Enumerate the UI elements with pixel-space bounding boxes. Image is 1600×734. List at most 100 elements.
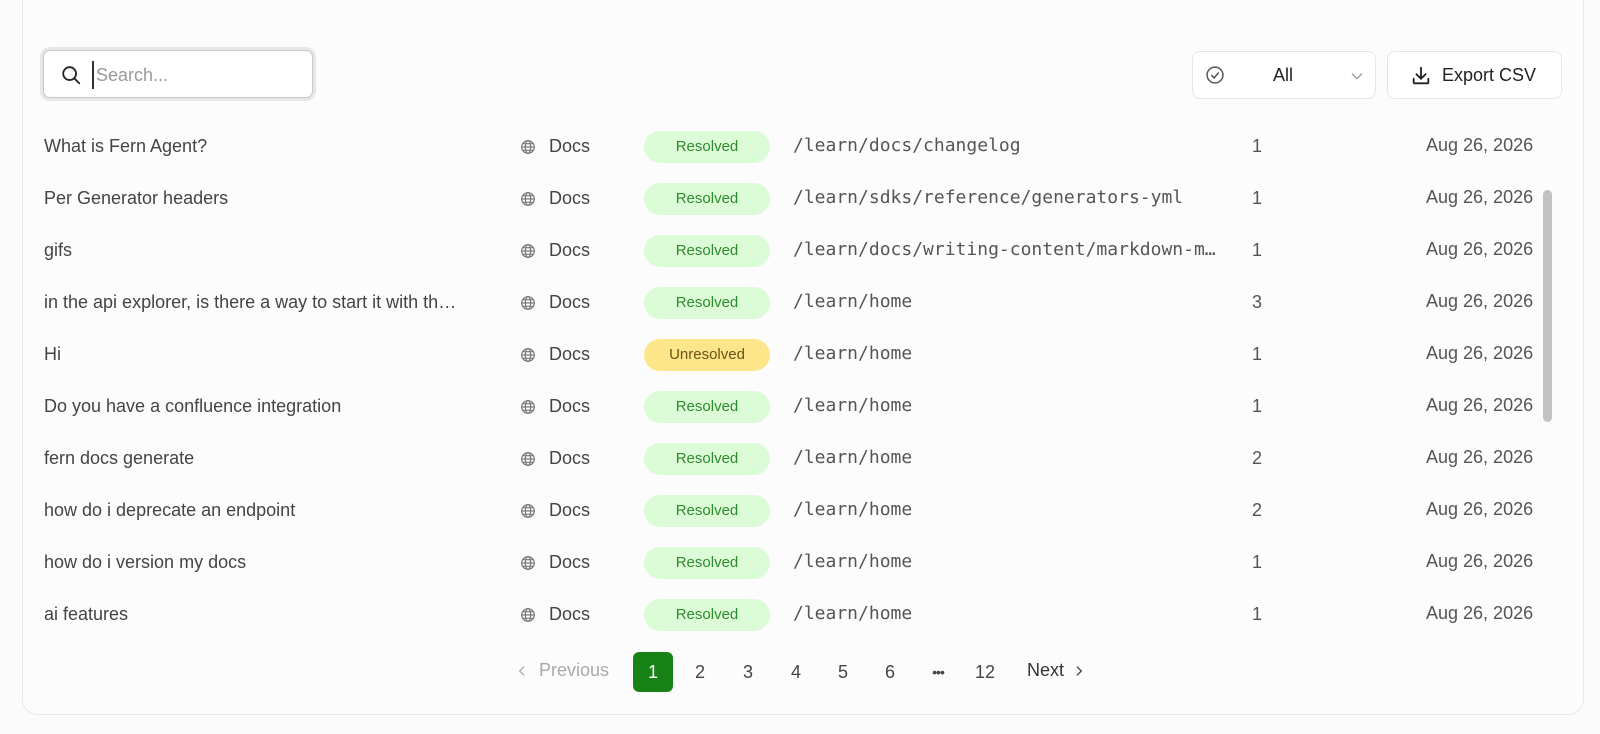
export-csv-button[interactable]: Export CSV — [1387, 51, 1562, 99]
message-count: 1 — [1252, 344, 1263, 364]
chevron-right-icon — [1076, 665, 1082, 676]
table-scrollbar[interactable] — [1540, 122, 1554, 642]
globe-icon — [520, 451, 536, 472]
question-text: What is Fern Agent? — [44, 136, 208, 156]
status-badge: Resolved — [644, 495, 770, 527]
scrollbar-thumb[interactable] — [1543, 190, 1552, 422]
source-label: Docs — [549, 552, 591, 572]
date-cell: Aug 26, 2026 — [1426, 603, 1534, 623]
page-path: /learn/home — [793, 291, 913, 312]
message-count: 1 — [1252, 396, 1263, 416]
question-text: in the api explorer, is there a way to s… — [44, 292, 457, 312]
status-badge: Resolved — [644, 235, 770, 267]
question-text: fern docs generate — [44, 448, 195, 468]
date-cell: Aug 26, 2026 — [1426, 135, 1534, 155]
globe-icon — [520, 347, 536, 368]
page-2-button[interactable]: 2 — [680, 652, 720, 692]
status-badge: Resolved — [644, 287, 770, 319]
source-label: Docs — [549, 396, 591, 416]
source-label: Docs — [549, 292, 591, 312]
next-label: Next — [1027, 660, 1065, 680]
date-cell: Aug 26, 2026 — [1426, 499, 1534, 519]
status-badge: Resolved — [644, 599, 770, 631]
globe-icon — [520, 607, 536, 628]
page-path: /learn/home — [793, 603, 913, 624]
date-cell: Aug 26, 2026 — [1426, 395, 1534, 415]
page-path: /learn/sdks/reference/generators-yml — [793, 187, 1184, 208]
status-badge: Resolved — [644, 547, 770, 579]
page-path: /learn/docs/changelog — [793, 135, 1021, 156]
message-count: 1 — [1252, 188, 1263, 208]
table-row[interactable]: ai features Docs Resolved/learn/home 1 Aug 2… — [22, 590, 1542, 642]
chevron-left-icon — [519, 665, 525, 676]
globe-icon — [520, 191, 536, 212]
filter-selected-value: All — [1273, 65, 1294, 85]
download-icon — [1412, 66, 1430, 85]
conversations-table: What is Fern Agent? Docs Resolved/learn/do… — [22, 122, 1542, 642]
globe-icon — [520, 399, 536, 420]
page-path: /learn/home — [793, 343, 913, 364]
message-count: 1 — [1252, 136, 1263, 156]
page-path: /learn/docs/writing-content/markdown-m… — [793, 239, 1216, 260]
search-icon — [62, 66, 81, 85]
message-count: 1 — [1252, 604, 1263, 624]
table-row[interactable]: fern docs generate Docs Resolved/learn/hom… — [22, 434, 1542, 486]
question-text: how do i version my docs — [44, 552, 247, 572]
chevron-down-icon — [1351, 73, 1363, 80]
source-label: Docs — [549, 344, 591, 364]
status-badge: Resolved — [644, 183, 770, 215]
page-1-button[interactable]: 1 — [633, 652, 673, 692]
table-row[interactable]: Hi Docs Unresolved/learn/home 1 Aug 26, 2026 — [22, 330, 1542, 382]
status-badge: Resolved — [644, 391, 770, 423]
page-6-button[interactable]: 6 — [870, 652, 910, 692]
source-label: Docs — [549, 240, 591, 260]
source-label: Docs — [549, 500, 591, 520]
date-cell: Aug 26, 2026 — [1426, 447, 1534, 467]
export-csv-label: Export CSV — [1442, 65, 1537, 85]
status-badge: Resolved — [644, 131, 770, 163]
date-cell: Aug 26, 2026 — [1426, 291, 1534, 311]
page-path: /learn/home — [793, 499, 913, 520]
date-cell: Aug 26, 2026 — [1426, 343, 1534, 363]
globe-icon — [520, 295, 536, 316]
table-row[interactable]: gifs Docs Resolved/learn/docs/writing-cont… — [22, 226, 1542, 278]
table-row[interactable]: Per Generator headers Docs Resolved/learn/… — [22, 174, 1542, 226]
page-path: /learn/home — [793, 447, 913, 468]
table-row[interactable]: Do you have a confluence integration Docs… — [22, 382, 1542, 434]
question-text: ai features — [44, 604, 129, 624]
previous-label: Previous — [539, 660, 610, 680]
table-row[interactable]: in the api explorer, is there a way to s… — [22, 278, 1542, 330]
question-text: Hi — [44, 344, 61, 364]
page-5-button[interactable]: 5 — [823, 652, 863, 692]
page-4-button[interactable]: 4 — [776, 652, 816, 692]
search-box[interactable] — [43, 50, 313, 98]
page-12-button[interactable]: 12 — [965, 652, 1005, 692]
status-filter-dropdown[interactable]: All — [1192, 51, 1376, 99]
table-row[interactable]: how do i version my docs Docs Resolved/lea… — [22, 538, 1542, 590]
question-text: Do you have a confluence integration — [44, 396, 342, 416]
table-row[interactable]: What is Fern Agent? Docs Resolved/learn/do… — [22, 122, 1542, 174]
previous-page-button[interactable]: Previous — [515, 660, 609, 681]
search-input[interactable] — [92, 61, 292, 89]
page-path: /learn/home — [793, 395, 913, 416]
source-label: Docs — [549, 604, 591, 624]
source-label: Docs — [549, 188, 591, 208]
message-count: 1 — [1252, 240, 1263, 260]
check-circle-icon — [1206, 66, 1224, 84]
globe-icon — [520, 555, 536, 576]
status-badge: Unresolved — [644, 339, 770, 371]
pagination-ellipsis: ••• — [932, 664, 945, 680]
page-path: /learn/home — [793, 551, 913, 572]
next-page-button[interactable]: Next — [1027, 660, 1086, 681]
globe-icon — [520, 139, 536, 160]
message-count: 2 — [1252, 500, 1263, 520]
globe-icon — [520, 243, 536, 264]
message-count: 2 — [1252, 448, 1263, 468]
message-count: 3 — [1252, 292, 1263, 312]
page-3-button[interactable]: 3 — [728, 652, 768, 692]
table-row[interactable]: how do i deprecate an endpoint Docs Resolv… — [22, 486, 1542, 538]
date-cell: Aug 26, 2026 — [1426, 551, 1534, 571]
globe-icon — [520, 503, 536, 524]
source-label: Docs — [549, 448, 591, 468]
question-text: Per Generator headers — [44, 188, 229, 208]
